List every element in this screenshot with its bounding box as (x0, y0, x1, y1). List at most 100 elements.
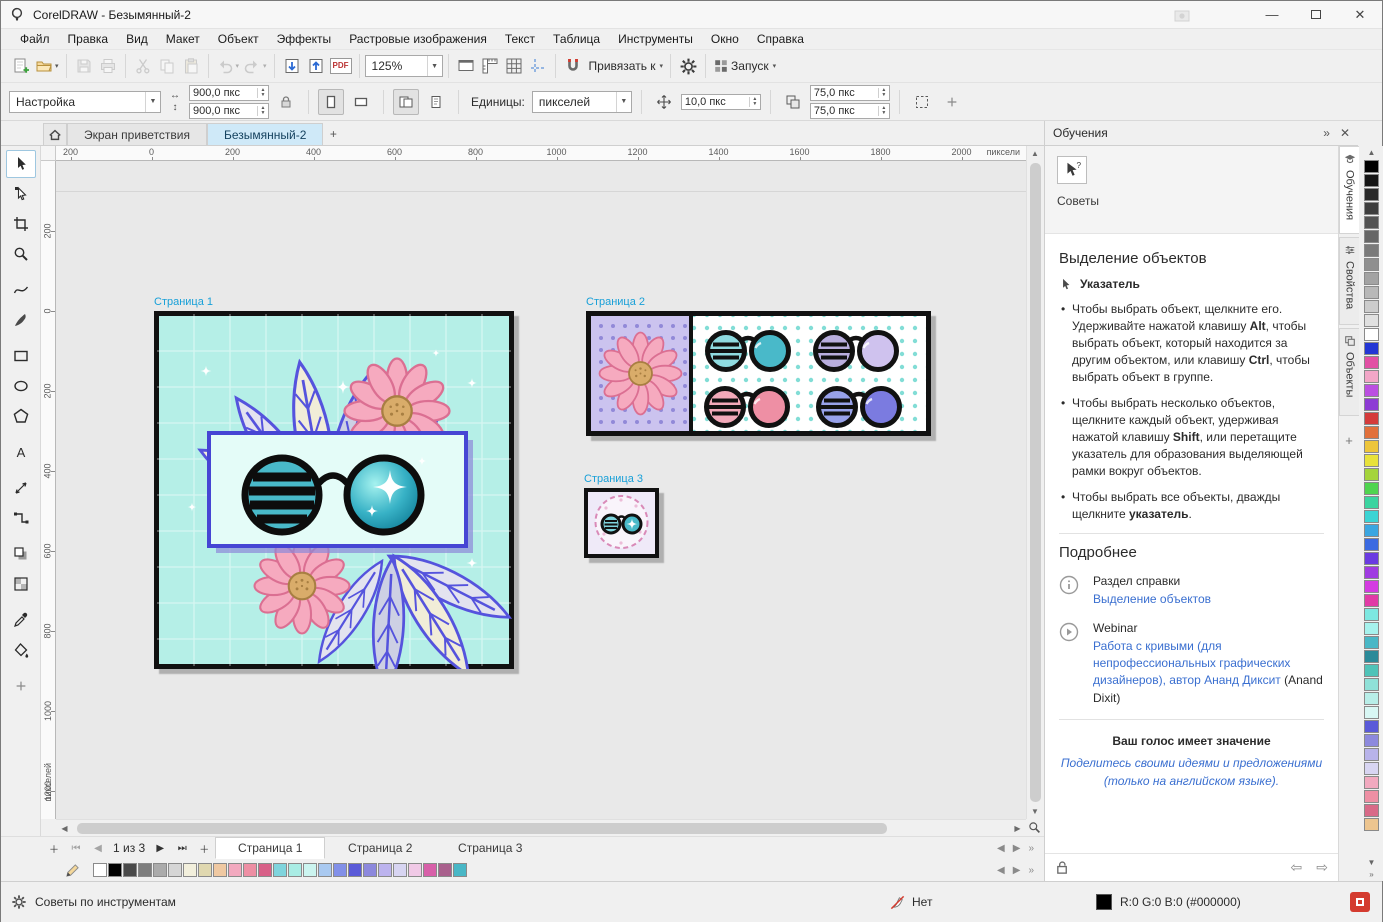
scroll-down-icon[interactable]: ▼ (1027, 804, 1044, 819)
palette-swatch[interactable] (348, 863, 362, 877)
spinner[interactable]: ▲▼ (749, 97, 760, 107)
lock-icon[interactable] (1055, 860, 1070, 875)
page-tab-1[interactable]: Страница 1 (215, 837, 325, 859)
landscape-orientation-button[interactable] (348, 89, 374, 115)
palette-swatch[interactable] (1364, 510, 1379, 523)
palette-swatch[interactable] (1364, 580, 1379, 593)
redo-button[interactable]: ▾ (241, 53, 269, 79)
last-page-icon[interactable]: ⏭ (171, 838, 193, 858)
page-2-artwork[interactable]: Страница 2 (586, 311, 931, 436)
palette-swatch[interactable] (1364, 314, 1379, 327)
palette-swatch[interactable] (273, 863, 287, 877)
page-1-artwork[interactable]: Страница 1 (154, 311, 514, 669)
transparency-tool[interactable] (6, 570, 36, 598)
text-tool[interactable]: A (6, 438, 36, 466)
spinner[interactable]: ▲▼ (257, 88, 268, 98)
palette-swatch[interactable] (1364, 762, 1379, 775)
paste-icon[interactable] (179, 53, 203, 79)
palette-swatch[interactable] (1364, 272, 1379, 285)
show-rulers-button[interactable] (478, 53, 502, 79)
new-document-button[interactable] (9, 53, 33, 79)
palette-swatch[interactable] (1364, 398, 1379, 411)
connector-tool[interactable] (6, 504, 36, 532)
scroll-right-icon[interactable]: ▶ (1009, 821, 1026, 836)
status-gear-icon[interactable] (11, 894, 27, 910)
menu-item[interactable]: Растровые изображения (340, 30, 496, 48)
scroll-left-icon[interactable]: ◀ (56, 821, 73, 836)
palette-scroll-right-icon[interactable]: ▶ (1013, 865, 1021, 876)
palette-swatch[interactable] (1364, 286, 1379, 299)
palette-swatch[interactable] (1364, 720, 1379, 733)
ellipse-tool[interactable] (6, 372, 36, 400)
zoom-level-combo[interactable]: 125%▼ (365, 55, 443, 77)
previous-page-icon[interactable]: ◀ (87, 838, 109, 858)
horizontal-ruler[interactable]: 2000200400600800100012001400160018002000… (56, 146, 1026, 161)
zoom-to-fit-button[interactable] (1026, 819, 1043, 836)
palette-swatch[interactable] (303, 863, 317, 877)
palette-swatch[interactable] (393, 863, 407, 877)
palette-swatch[interactable] (1364, 160, 1379, 173)
crop-tool[interactable] (6, 210, 36, 238)
add-page-button[interactable]: ＋ (43, 838, 65, 858)
maximize-button[interactable] (1294, 1, 1338, 28)
palette-swatch[interactable] (438, 863, 452, 877)
tabs-overflow-icon[interactable]: » (1028, 843, 1034, 854)
palette-swatch[interactable] (1364, 174, 1379, 187)
launcher-button[interactable]: Запуск▾ (711, 53, 778, 79)
page-width-field[interactable]: 900,0 пкс▲▼ (189, 85, 269, 101)
palette-swatch[interactable] (153, 863, 167, 877)
new-document-tab-button[interactable]: + (323, 123, 343, 145)
palette-swatch[interactable] (123, 863, 137, 877)
docker-tab-properties[interactable]: Свойства (1339, 237, 1360, 325)
palette-swatch[interactable] (258, 863, 272, 877)
menu-item[interactable]: Таблица (544, 30, 609, 48)
palette-swatch[interactable] (1364, 566, 1379, 579)
close-docker-icon[interactable]: ✕ (1340, 126, 1350, 140)
docker-tab-objects[interactable]: Объекты (1339, 328, 1360, 416)
palette-swatch[interactable] (333, 863, 347, 877)
palette-swatch[interactable] (1364, 622, 1379, 635)
forward-arrow-icon[interactable]: ⇨ (1316, 859, 1328, 876)
full-screen-preview-button[interactable] (454, 53, 478, 79)
palette-swatch[interactable] (1364, 202, 1379, 215)
palette-swatch[interactable] (1364, 790, 1379, 803)
palette-swatch[interactable] (108, 863, 122, 877)
palette-swatch[interactable] (1364, 594, 1379, 607)
palette-swatch[interactable] (423, 863, 437, 877)
chevron-down-icon[interactable]: ▼ (427, 56, 442, 76)
palette-scroll-down-icon[interactable]: ▼ (1368, 857, 1376, 869)
menu-item[interactable]: Макет (157, 30, 209, 48)
current-tool-box[interactable]: ? (1057, 156, 1087, 184)
menu-item[interactable]: Вид (117, 30, 157, 48)
palette-swatch[interactable] (1364, 230, 1379, 243)
alert-badge-icon[interactable] (1350, 892, 1370, 912)
copy-icon[interactable] (155, 53, 179, 79)
add-docker-button[interactable]: + (1345, 433, 1353, 448)
tabs-scroll-left-icon[interactable]: ◀ (997, 843, 1005, 854)
duplicate-x-field[interactable]: 75,0 пкс▲▼ (810, 85, 890, 101)
palette-expand-icon[interactable]: » (1028, 865, 1034, 876)
palette-swatch[interactable] (1364, 804, 1379, 817)
more-tools-button[interactable] (6, 672, 36, 700)
palette-swatch[interactable] (1364, 678, 1379, 691)
palette-swatch[interactable] (1364, 608, 1379, 621)
current-page-button[interactable] (423, 89, 449, 115)
palette-swatch[interactable] (1364, 748, 1379, 761)
palette-swatch[interactable] (1364, 734, 1379, 747)
add-page-after-button[interactable]: ＋ (193, 838, 215, 858)
palette-swatch[interactable] (1364, 300, 1379, 313)
palette-swatch[interactable] (408, 863, 422, 877)
palette-swatch[interactable] (318, 863, 332, 877)
close-button[interactable]: ✕ (1338, 1, 1382, 28)
first-page-icon[interactable]: ⏮ (65, 838, 87, 858)
palette-swatch[interactable] (243, 863, 257, 877)
palette-swatch[interactable] (1364, 356, 1379, 369)
page-tab-2[interactable]: Страница 2 (325, 837, 435, 859)
palette-edit-icon[interactable] (65, 863, 80, 878)
fill-color-swatch[interactable] (1096, 894, 1112, 910)
drawing-canvas[interactable]: Страница 1 (56, 161, 1026, 819)
vertical-scrollbar[interactable]: ▲ ▼ (1026, 146, 1043, 819)
publish-pdf-button[interactable]: PDF (328, 53, 354, 79)
vertical-ruler[interactable]: 200020040060080010001200 пикселей (41, 161, 56, 819)
drop-shadow-tool[interactable] (6, 540, 36, 568)
